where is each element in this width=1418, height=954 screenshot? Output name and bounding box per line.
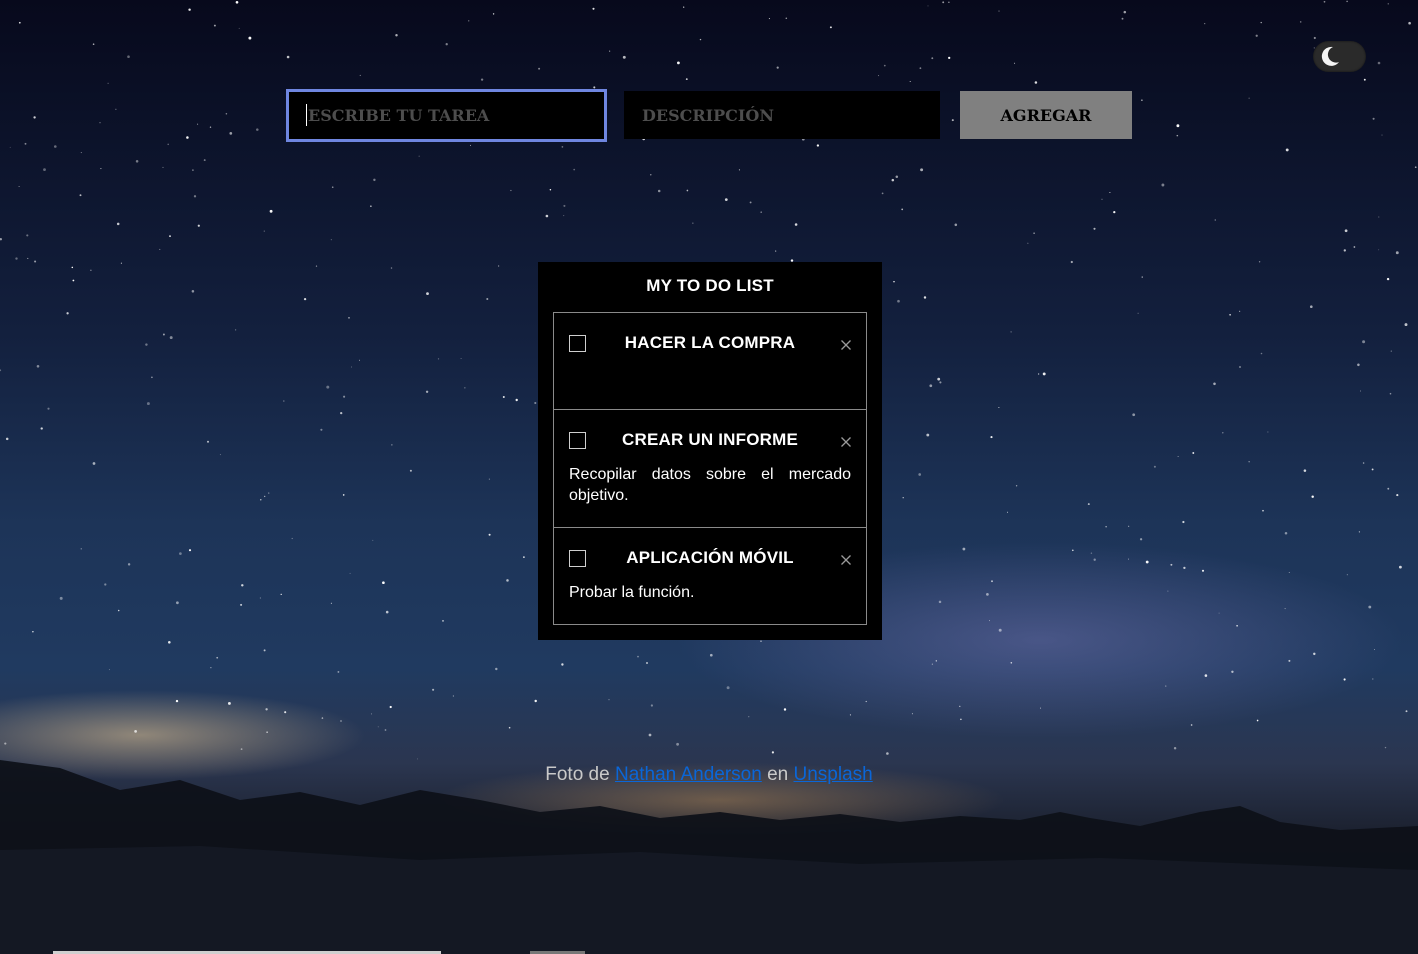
close-icon[interactable] <box>840 339 852 351</box>
task-complete-checkbox[interactable] <box>569 432 586 449</box>
task-item: CREAR UN INFORME Recopilar datos sobre e… <box>553 409 867 528</box>
text-caret <box>306 104 307 126</box>
task-item: HACER LA COMPRA <box>553 312 867 410</box>
todo-list-card: MY TO DO LIST HACER LA COMPRA CREAR UN I… <box>538 262 882 640</box>
moon-icon <box>1321 46 1339 66</box>
task-description-input[interactable] <box>624 91 940 139</box>
dark-mode-toggle[interactable] <box>1313 41 1366 72</box>
author-link[interactable]: Nathan Anderson <box>615 764 762 785</box>
task-complete-checkbox[interactable] <box>569 550 586 567</box>
add-task-button[interactable]: AGREGAR <box>960 91 1132 139</box>
credit-middle: en <box>767 764 789 785</box>
task-title: APLICACIÓN MÓVIL <box>626 548 794 567</box>
close-icon[interactable] <box>840 436 852 448</box>
close-icon[interactable] <box>840 554 852 566</box>
unsplash-link[interactable]: Unsplash <box>794 764 873 785</box>
todo-list-title: MY TO DO LIST <box>646 276 774 295</box>
task-description: Probar la función. <box>569 584 695 601</box>
task-item: APLICACIÓN MÓVIL Probar la función. <box>553 527 867 625</box>
task-list: HACER LA COMPRA CREAR UN INFORME Recopil… <box>553 312 867 625</box>
task-title: HACER LA COMPRA <box>624 333 796 352</box>
credit-prefix: Foto de <box>545 764 610 785</box>
task-description: Recopilar datos sobre el mercado objetiv… <box>569 466 851 504</box>
photo-credit: Foto de Nathan Anderson en Unsplash <box>0 764 1418 786</box>
task-title-input[interactable] <box>286 89 607 142</box>
task-title: CREAR UN INFORME <box>621 430 799 449</box>
task-complete-checkbox[interactable] <box>569 335 586 352</box>
